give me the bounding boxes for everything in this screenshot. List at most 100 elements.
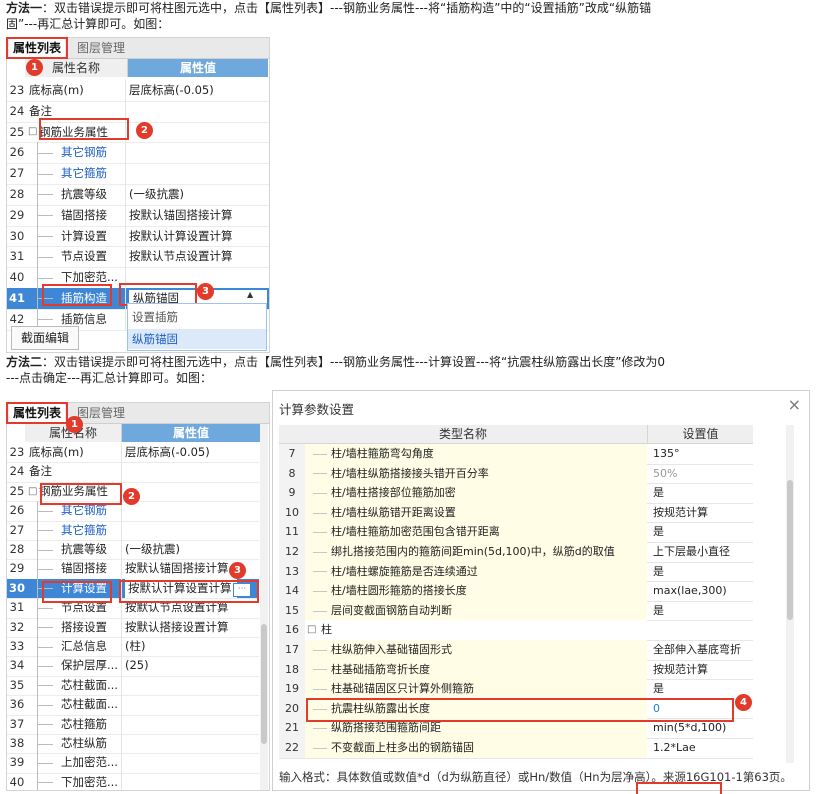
property-value[interactable]: 按默认计算设置计算 <box>129 226 233 247</box>
property-value[interactable]: (一级抗震) <box>129 184 184 205</box>
tree-branch <box>37 510 53 512</box>
param-row-number: 16 <box>279 620 305 640</box>
collapse-toggle-icon[interactable]: □ <box>28 482 37 501</box>
method2-line2: ---点击确定---再汇总计算即可。如图： <box>6 371 212 385</box>
collapse-toggle-icon[interactable]: □ <box>28 122 37 143</box>
param-row[interactable]: 18 柱基础插筋弯折长度 按规范计算 <box>279 659 753 681</box>
param-row[interactable]: 19 柱基础锚固区只计算外侧箍筋是 <box>279 679 753 700</box>
param-row[interactable]: 14 柱/墙柱圆形箍筋的搭接长度 max(lae,300) <box>279 581 753 602</box>
param-row[interactable]: 10 柱/墙柱纵筋错开距离设置 按规范计算 <box>279 502 753 524</box>
column-divider <box>125 80 126 101</box>
collapse-toggle-icon[interactable]: □ <box>307 620 316 640</box>
ellipsis-button[interactable]: ··· <box>233 583 251 597</box>
param-row-number: 22 <box>279 738 305 758</box>
tree-connector <box>313 649 327 651</box>
param-row[interactable]: 15 层间变截面钢筋自动判断是 <box>279 600 753 622</box>
column-divider <box>125 163 126 184</box>
highlight-tab-2 <box>6 402 68 424</box>
param-value[interactable]: 上下层最小直径 <box>647 542 759 562</box>
property-row[interactable]: 32 搭接设置 按默认搭接设置计算 <box>7 617 259 638</box>
property-row[interactable]: 38 芯柱纵筋 <box>7 734 259 755</box>
property-row[interactable]: 35 芯柱截面... <box>7 675 259 697</box>
property-row[interactable]: 31 节点设置 按默认节点设置计算 <box>7 246 269 269</box>
param-row[interactable]: 8 柱/墙柱纵筋搭接接头错开百分率 50% <box>279 463 753 485</box>
dropdown-option-anchor[interactable]: 纵筋锚固 <box>128 329 266 349</box>
property-row[interactable]: 37 芯柱箍筋 <box>7 714 259 735</box>
property-value[interactable]: 按默认节点设置计算 <box>129 246 233 267</box>
param-value[interactable]: 50% <box>647 464 759 484</box>
step-badge-1: 1 <box>26 59 43 76</box>
section-edit-button[interactable]: 截面编辑 <box>11 326 79 350</box>
param-value[interactable]: 全部伸入基底弯折 <box>647 640 759 660</box>
dialog-title: 计算参数设置 <box>279 402 355 417</box>
param-row[interactable]: 9 柱/墙柱搭接部位箍筋加密是 <box>279 483 753 504</box>
dropdown-option-set-insert[interactable]: 设置插筋 <box>128 307 266 327</box>
tree-branch <box>37 569 53 571</box>
property-value[interactable]: 按默认搭接设置计算 <box>125 618 229 637</box>
property-row[interactable]: 36 芯柱截面... <box>7 695 259 716</box>
param-row[interactable]: 12 绑扎搭接范围内的箍筋间距min(5d,100)中，纵筋d的取值 上下层最小直径 <box>279 542 753 563</box>
param-row[interactable]: 16 □ 柱 <box>279 620 753 641</box>
param-value[interactable]: 135° <box>647 444 759 464</box>
scrollbar-thumb[interactable] <box>261 624 267 744</box>
insert-construct-dropdown: 设置插筋 纵筋锚固 <box>127 303 267 351</box>
tree-branch <box>37 173 53 175</box>
property-row[interactable]: 30 计算设置 按默认计算设置计算 <box>7 225 269 248</box>
property-row[interactable]: 28 抗震等级 (一级抗震) <box>7 184 269 206</box>
dropdown-arrow-icon[interactable]: ▲ <box>247 290 253 299</box>
property-value[interactable]: 层底标高(-0.05) <box>125 443 210 462</box>
property-row[interactable]: 39 上加密范... <box>7 753 259 774</box>
close-icon[interactable]: × <box>788 395 801 414</box>
param-row[interactable]: 7 柱/墙柱箍筋弯勾角度 135° <box>279 444 753 465</box>
row-number: 24 <box>9 464 25 479</box>
row-number: 34 <box>9 658 25 673</box>
property-row[interactable]: 33 汇总信息 (柱) <box>7 637 259 658</box>
param-name: 柱/墙柱螺旋箍筋是否连续通过 <box>305 561 647 582</box>
highlight-insert-construct <box>42 284 112 306</box>
param-row-number: 18 <box>279 659 305 680</box>
param-value[interactable]: 按规范计算 <box>647 660 759 680</box>
method2-label: 方法二 <box>6 355 43 369</box>
param-value[interactable]: 是 <box>647 522 759 542</box>
property-row[interactable]: 29 锚固搭接 按默认锚固搭接计算 <box>7 559 259 580</box>
dialog-scrollbar-thumb[interactable] <box>787 480 793 620</box>
method1-line1: ：双击错误提示即可将柱图元选中，点击【属性列表】---钢筋业务属性---将“插筋… <box>42 1 652 15</box>
tree-branch <box>37 256 53 258</box>
column-divider <box>121 637 122 657</box>
param-row-number: 21 <box>279 718 305 738</box>
property-value[interactable]: (一级抗震) <box>125 540 180 559</box>
param-row[interactable]: 11 柱/墙柱箍筋加密范围包含错开距离是 <box>279 522 753 543</box>
param-row[interactable]: 22 不变截面上柱多出的钢筋锚固 1.2*Lae <box>279 738 753 759</box>
property-row[interactable]: 27 其它箍筋 <box>7 520 259 541</box>
param-value[interactable]: max(lae,300) <box>647 581 759 601</box>
param-value[interactable] <box>647 620 759 640</box>
property-row[interactable]: 34 保护层厚... (25) <box>7 656 259 677</box>
property-value[interactable]: (柱) <box>125 637 145 656</box>
property-row[interactable]: 23 底标高(m) 层底标高(-0.05) <box>7 443 259 464</box>
property-row[interactable]: 27 其它箍筋 <box>7 163 269 185</box>
param-value[interactable]: 是 <box>647 483 759 503</box>
scrollbar[interactable] <box>260 424 268 790</box>
param-value[interactable]: 是 <box>647 562 759 582</box>
property-value[interactable]: 层底标高(-0.05) <box>129 80 214 101</box>
param-value[interactable]: 按规范计算 <box>647 503 759 523</box>
param-row[interactable]: 17 柱纵筋伸入基础锚固形式 全部伸入基底弯折 <box>279 640 753 661</box>
param-row[interactable]: 13 柱/墙柱螺旋箍筋是否连续通过是 <box>279 561 753 583</box>
property-row[interactable]: 40 下加密范... <box>7 772 259 790</box>
property-row[interactable]: 29 锚固搭接 按默认锚固搭接计算 <box>7 204 269 227</box>
param-value[interactable]: 1.2*Lae <box>647 738 759 758</box>
property-value[interactable]: 按默认锚固搭接计算 <box>125 559 229 578</box>
property-value[interactable]: 按默认锚固搭接计算 <box>129 205 233 226</box>
property-row[interactable]: 28 抗震等级 (一级抗震) <box>7 540 259 561</box>
property-row[interactable]: 23 底标高(m) 层底标高(-0.05) <box>7 80 269 102</box>
param-value[interactable]: 是 <box>647 601 759 621</box>
column-divider <box>125 308 126 330</box>
column-divider <box>121 695 122 715</box>
property-row[interactable]: 26 其它钢筋 <box>7 142 269 165</box>
property-value[interactable]: (25) <box>125 656 149 675</box>
dialog-scrollbar[interactable] <box>786 425 794 763</box>
property-row[interactable]: 24 备注 <box>7 462 259 483</box>
param-row-number: 14 <box>279 581 305 601</box>
tab-layer-management[interactable]: 图层管理 <box>73 39 129 57</box>
column-divider <box>121 540 122 560</box>
